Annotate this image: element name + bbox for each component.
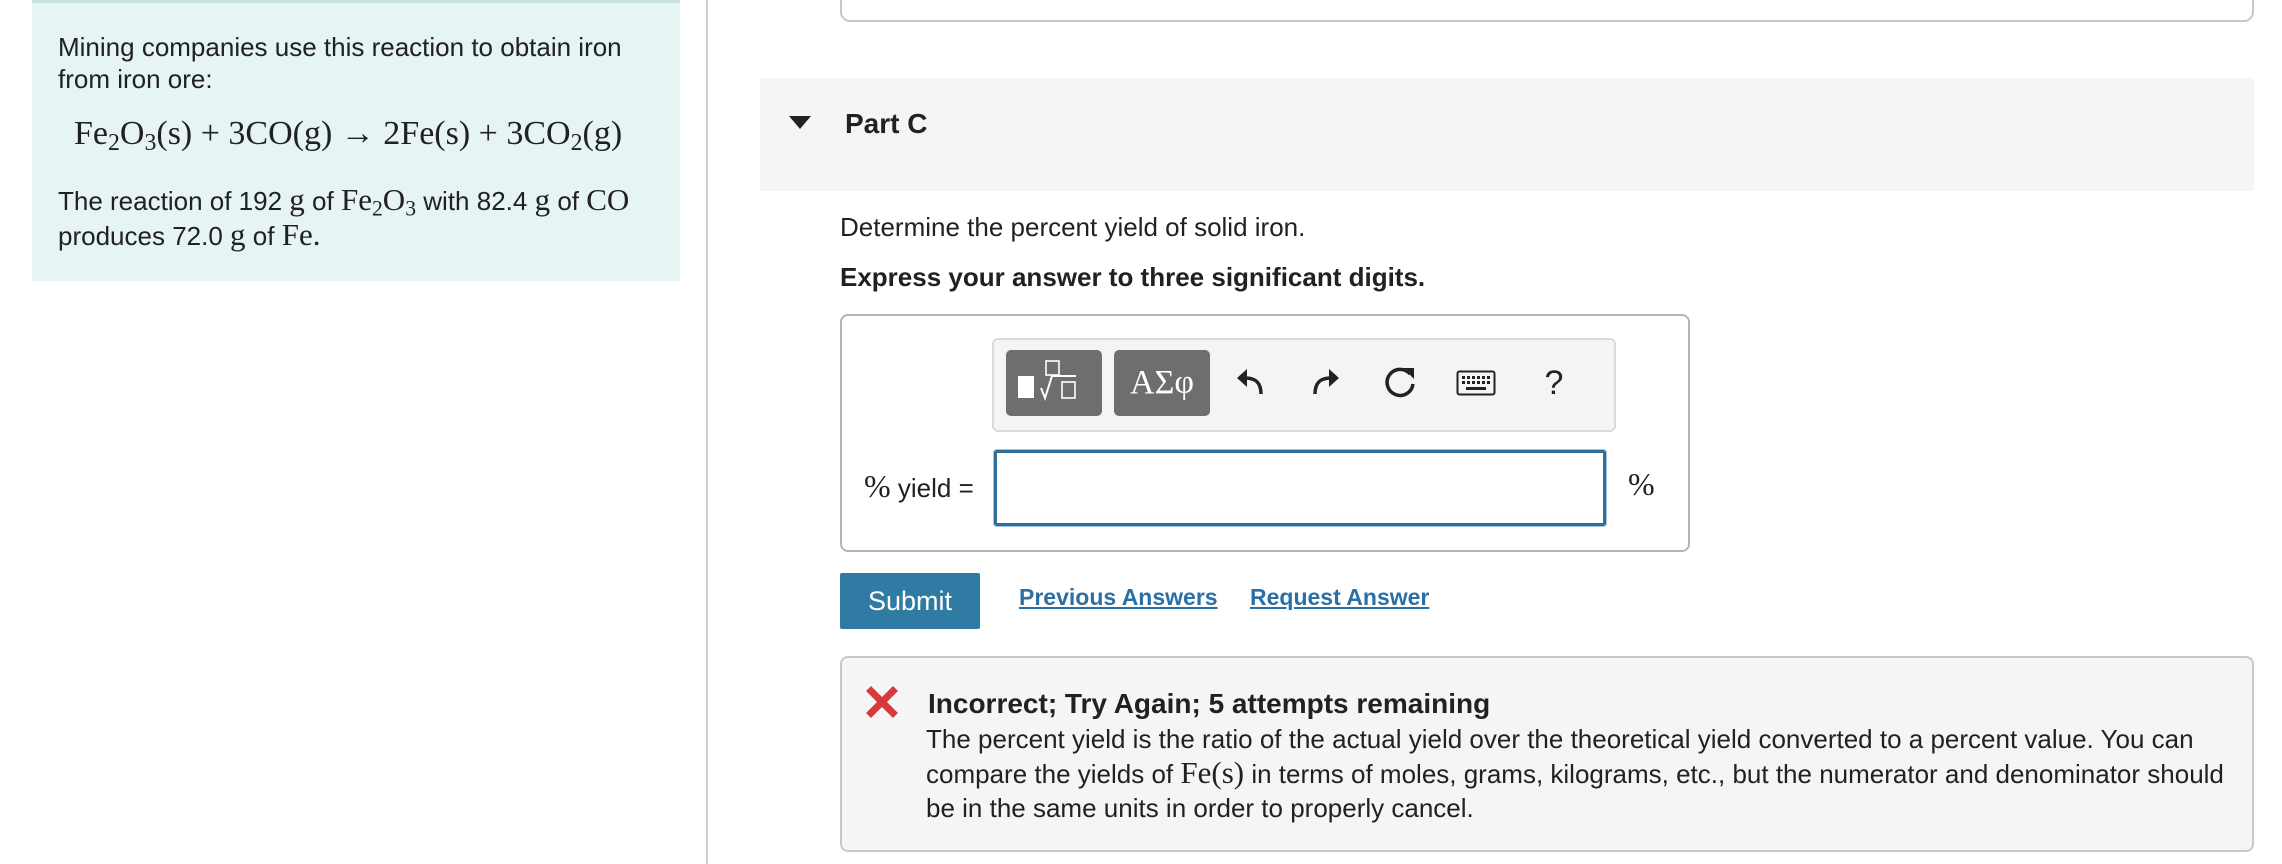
templates-icon bbox=[1018, 360, 1076, 401]
panel-divider bbox=[706, 0, 708, 864]
previous-answers-link[interactable]: Previous Answers bbox=[1019, 584, 1218, 611]
feedback-box: Incorrect; Try Again; 5 attempts remaini… bbox=[840, 656, 2254, 852]
undo-icon[interactable] bbox=[1230, 360, 1270, 406]
feedback-body: The percent yield is the ratio of the ac… bbox=[926, 724, 2224, 823]
problem-panel: Mining companies use this reaction to ob… bbox=[32, 0, 680, 281]
caret-down-icon[interactable] bbox=[789, 116, 811, 129]
answer-unit: % bbox=[1628, 466, 1655, 502]
symbols-button[interactable]: ΑΣφ bbox=[1114, 350, 1210, 416]
percent-yield-input[interactable] bbox=[994, 450, 1606, 526]
part-title: Part C bbox=[845, 108, 928, 139]
problem-reaction-text: The reaction of 192 g of Fe2O3 with 82.4… bbox=[58, 182, 630, 252]
answer-label: % yield = bbox=[864, 468, 974, 504]
reset-icon[interactable] bbox=[1380, 360, 1420, 406]
problem-intro: Mining companies use this reaction to ob… bbox=[58, 32, 622, 94]
help-icon[interactable]: ? bbox=[1534, 360, 1574, 406]
templates-button[interactable] bbox=[1006, 350, 1102, 416]
part-header[interactable]: Part C bbox=[760, 78, 2254, 191]
submit-button[interactable]: Submit bbox=[840, 573, 980, 629]
close-icon bbox=[866, 686, 898, 718]
formula-fe-s: Fe(s) bbox=[1180, 755, 1245, 790]
chemical-equation: Fe2O3(s) + 3CO(g) → 2Fe(s) + 3CO2(g) bbox=[74, 115, 623, 156]
question-text: Determine the percent yield of solid iro… bbox=[840, 212, 1306, 242]
keyboard-icon[interactable] bbox=[1456, 360, 1496, 406]
formula-fe2o3: Fe2O3 bbox=[340, 182, 417, 221]
instruction-text: Express your answer to three significant… bbox=[840, 262, 1426, 292]
answer-card: ΑΣφ ? % yield = % bbox=[840, 314, 1690, 552]
request-answer-link[interactable]: Request Answer bbox=[1250, 584, 1429, 611]
previous-part-card bbox=[840, 0, 2254, 22]
redo-icon[interactable] bbox=[1306, 360, 1346, 406]
math-toolbar: ΑΣφ ? bbox=[992, 338, 1616, 432]
feedback-title: Incorrect; Try Again; 5 attempts remaini… bbox=[928, 688, 1491, 719]
